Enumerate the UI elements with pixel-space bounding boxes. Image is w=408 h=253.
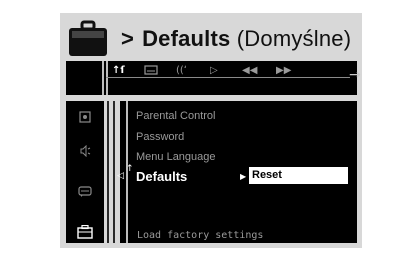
arrow-right-icon: → bbox=[349, 67, 361, 83]
divider-line bbox=[107, 101, 109, 243]
menu-item-parental-control[interactable]: Parental Control bbox=[136, 110, 216, 122]
reset-option[interactable]: Reset bbox=[249, 167, 348, 184]
play-icon[interactable]: ▷ bbox=[210, 63, 218, 77]
left-arrow-icon: ◁ bbox=[117, 171, 124, 181]
fast-forward-icon[interactable]: ▶▶ bbox=[276, 63, 291, 77]
disc-icon[interactable] bbox=[76, 110, 94, 124]
toolbar-divider bbox=[106, 61, 108, 95]
up-arrow-icon: ↑ bbox=[126, 164, 134, 174]
title-main: Defaults bbox=[142, 26, 231, 51]
menu-item-password[interactable]: Password bbox=[136, 131, 184, 143]
rewind-icon[interactable]: ◀◀ bbox=[242, 63, 257, 77]
category-sidebar bbox=[66, 101, 104, 243]
menu-item-menu-language[interactable]: Menu Language bbox=[136, 151, 216, 163]
briefcase-icon[interactable] bbox=[76, 225, 94, 239]
settings-adjust-icon[interactable]: ↑ſ bbox=[112, 63, 125, 77]
osd-toolbar: ↑ſ ((ʻ ▷ ◀◀ ▶▶ → bbox=[66, 61, 361, 95]
speaker-icon[interactable] bbox=[76, 144, 94, 158]
menu-item-defaults[interactable]: Defaults bbox=[136, 169, 187, 184]
title-prefix: > bbox=[121, 26, 135, 51]
page-header: > Defaults (Domyślne) bbox=[67, 18, 351, 60]
status-text: Load factory settings bbox=[137, 230, 264, 241]
title-subtitle: (Domyślne) bbox=[236, 26, 352, 51]
audio-icon[interactable]: ((ʻ bbox=[176, 63, 187, 77]
subtitle-icon[interactable] bbox=[144, 63, 158, 77]
subtitle-icon[interactable] bbox=[76, 185, 94, 199]
page-title: > Defaults (Domyślne) bbox=[121, 26, 351, 52]
right-arrow-icon: ▶ bbox=[240, 172, 247, 181]
divider-line bbox=[113, 101, 115, 243]
toolbar-divider bbox=[102, 61, 104, 95]
briefcase-icon bbox=[69, 20, 107, 56]
toolbar-line bbox=[106, 77, 350, 78]
